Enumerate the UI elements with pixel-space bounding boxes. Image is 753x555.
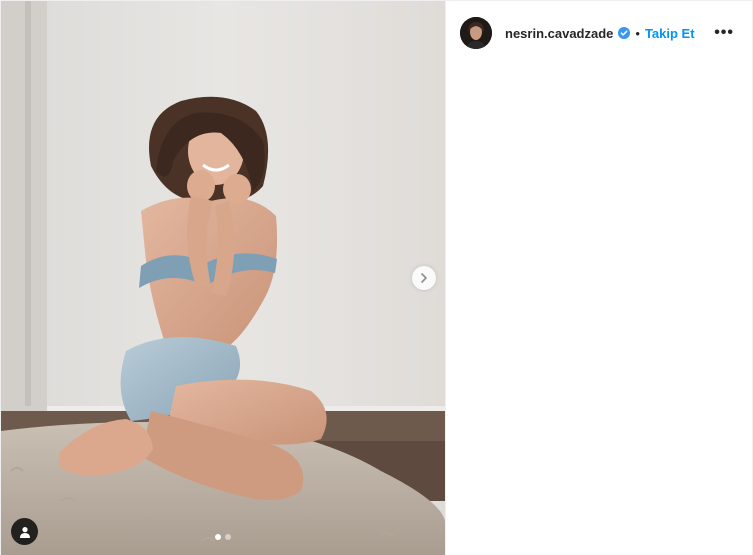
carousel-indicator xyxy=(1,534,445,540)
post-sidebar: nesrin.cavadzade • Takip Et ••• xyxy=(445,1,752,555)
avatar[interactable] xyxy=(460,17,492,49)
header-separator: • xyxy=(635,25,640,41)
post-header: nesrin.cavadzade • Takip Et ••• xyxy=(446,1,752,65)
carousel-dot-1 xyxy=(215,534,221,540)
post-photo xyxy=(1,1,445,555)
more-options-icon[interactable]: ••• xyxy=(712,24,736,42)
verified-badge-icon xyxy=(618,27,631,39)
tagged-users-button[interactable] xyxy=(11,518,38,545)
post-media[interactable] xyxy=(1,1,445,555)
username-link[interactable]: nesrin.cavadzade xyxy=(505,26,613,41)
carousel-dot-2 xyxy=(225,534,231,540)
avatar-image xyxy=(460,17,492,49)
follow-button[interactable]: Takip Et xyxy=(645,26,695,41)
carousel-next-button[interactable] xyxy=(412,266,436,290)
chevron-right-icon xyxy=(421,273,427,283)
post-container: nesrin.cavadzade • Takip Et ••• xyxy=(0,0,753,555)
